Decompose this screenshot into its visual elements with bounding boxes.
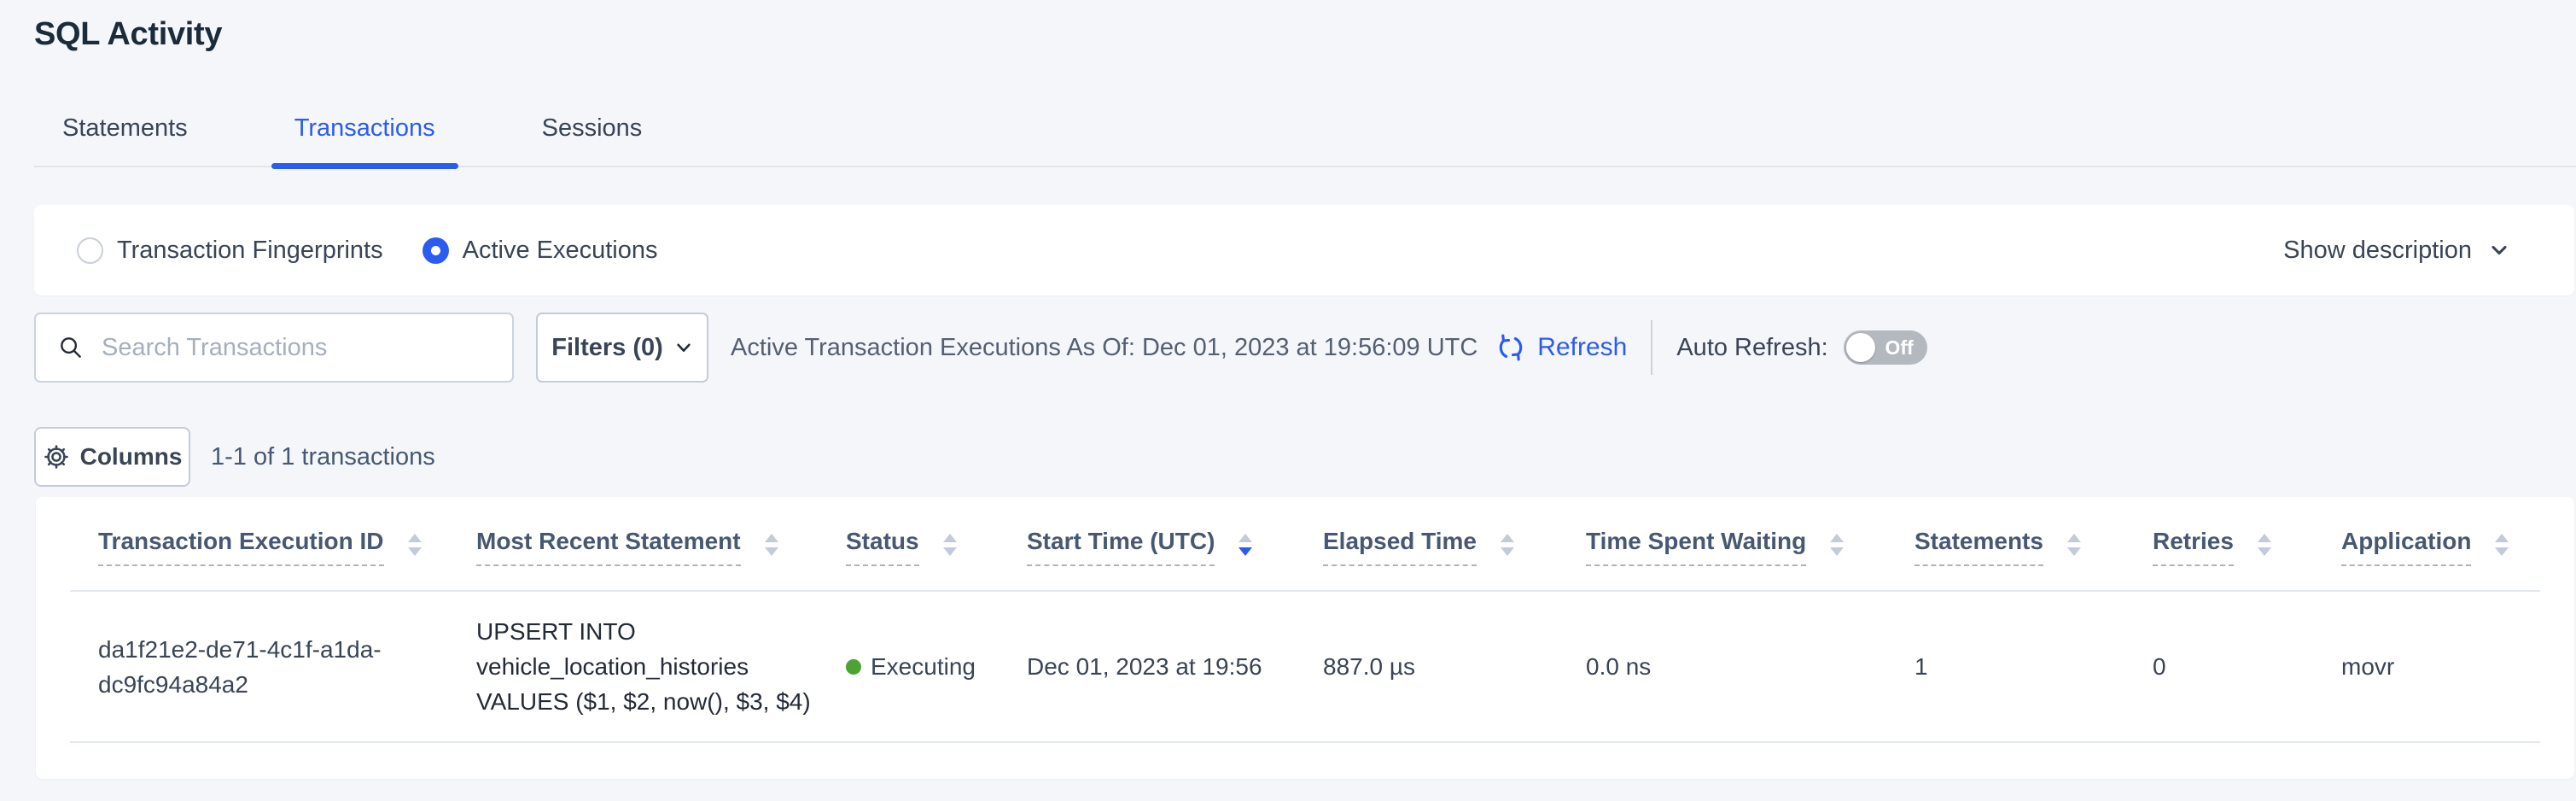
filters-button[interactable]: Filters (0)	[536, 313, 708, 383]
results-bar: Columns 1-1 of 1 transactions	[34, 427, 2576, 487]
radio-unselected-icon	[77, 237, 103, 264]
column-header-retries[interactable]: Retries	[2153, 528, 2341, 590]
page-title: SQL Activity	[34, 15, 2576, 53]
chevron-down-icon	[674, 338, 693, 357]
auto-refresh-toggle[interactable]: Off	[1844, 330, 1927, 365]
results-count: 1-1 of 1 transactions	[211, 443, 435, 471]
radio-selected-icon	[423, 237, 449, 264]
refresh-label: Refresh	[1537, 333, 1627, 362]
auto-refresh-label: Auto Refresh:	[1676, 334, 1827, 362]
cell-status: Executing	[846, 649, 1027, 684]
radio-transaction-fingerprints-label: Transaction Fingerprints	[117, 237, 383, 265]
table-row: da1f21e2-de71-4c1f-a1da-dc9fc94a84a2 UPS…	[70, 592, 2540, 743]
sort-arrows-icon	[1830, 534, 1844, 556]
status-dot-icon	[846, 659, 861, 675]
tab-bar: Statements Transactions Sessions	[34, 113, 2576, 167]
filters-button-label: Filters (0)	[551, 334, 663, 362]
column-header-status[interactable]: Status	[846, 528, 1027, 590]
tab-transactions-label: Transactions	[294, 114, 435, 142]
show-description-label: Show description	[2283, 237, 2472, 265]
column-header-start-time[interactable]: Start Time (UTC)	[1027, 528, 1323, 590]
toggle-knob	[1846, 333, 1875, 362]
search-input[interactable]	[102, 334, 495, 362]
radio-transaction-fingerprints[interactable]: Transaction Fingerprints	[77, 237, 383, 265]
cell-most-recent-statement: UPSERT INTO vehicle_location_histories V…	[476, 614, 846, 719]
view-mode-radio-group: Transaction Fingerprints Active Executio…	[77, 237, 658, 265]
search-icon	[57, 334, 85, 361]
sort-arrows-icon	[765, 534, 778, 556]
column-header-statements[interactable]: Statements	[1915, 528, 2153, 590]
refresh-icon	[1495, 331, 1527, 364]
sort-arrows-icon	[2258, 534, 2271, 556]
column-header-transaction-execution-id[interactable]: Transaction Execution ID	[70, 528, 476, 590]
cell-elapsed-time: 887.0 µs	[1323, 649, 1586, 684]
sort-arrows-icon	[408, 534, 422, 556]
cell-start-time: Dec 01, 2023 at 19:56	[1027, 649, 1323, 684]
column-header-application[interactable]: Application	[2341, 528, 2540, 590]
chevron-down-icon	[2487, 238, 2511, 262]
toolbar-divider	[1651, 320, 1652, 375]
cell-statements: 1	[1915, 649, 2153, 684]
radio-dot	[431, 246, 440, 255]
status-label: Executing	[871, 649, 976, 684]
show-description-button[interactable]: Show description	[2283, 237, 2511, 265]
search-box	[34, 313, 514, 383]
columns-button[interactable]: Columns	[34, 427, 190, 487]
toggle-state-label: Off	[1885, 336, 1913, 360]
sort-arrows-desc-icon	[1238, 534, 1252, 556]
cell-retries: 0	[2153, 649, 2341, 684]
toolbar: Filters (0) Active Transaction Execution…	[34, 313, 2576, 383]
radio-active-executions[interactable]: Active Executions	[423, 237, 658, 265]
column-header-elapsed-time[interactable]: Elapsed Time	[1323, 528, 1586, 590]
view-mode-panel: Transaction Fingerprints Active Executio…	[34, 205, 2574, 295]
cell-transaction-execution-id: da1f21e2-de71-4c1f-a1da-dc9fc94a84a2	[70, 632, 476, 702]
status-badge: Executing	[846, 649, 1027, 684]
tab-sessions[interactable]: Sessions	[519, 113, 666, 166]
tab-statements[interactable]: Statements	[39, 113, 211, 166]
gear-icon	[43, 443, 70, 471]
tab-transactions[interactable]: Transactions	[271, 113, 458, 166]
radio-active-executions-label: Active Executions	[463, 237, 658, 265]
sort-arrows-icon	[2495, 534, 2509, 556]
as-of-timestamp: Active Transaction Executions As Of: Dec…	[731, 334, 1477, 362]
transactions-table: Transaction Execution ID Most Recent Sta…	[36, 497, 2574, 779]
cell-time-spent-waiting: 0.0 ns	[1586, 649, 1915, 684]
sort-arrows-icon	[943, 534, 957, 556]
table-header-row: Transaction Execution ID Most Recent Sta…	[70, 497, 2540, 592]
cell-application: movr	[2341, 649, 2540, 684]
column-header-most-recent-statement[interactable]: Most Recent Statement	[476, 528, 846, 590]
active-tab-underline	[271, 163, 458, 169]
sort-arrows-icon	[2067, 534, 2081, 556]
column-header-time-spent-waiting[interactable]: Time Spent Waiting	[1586, 528, 1915, 590]
refresh-button[interactable]: Refresh	[1495, 331, 1627, 364]
sort-arrows-icon	[1501, 534, 1514, 556]
columns-button-label: Columns	[80, 443, 183, 471]
